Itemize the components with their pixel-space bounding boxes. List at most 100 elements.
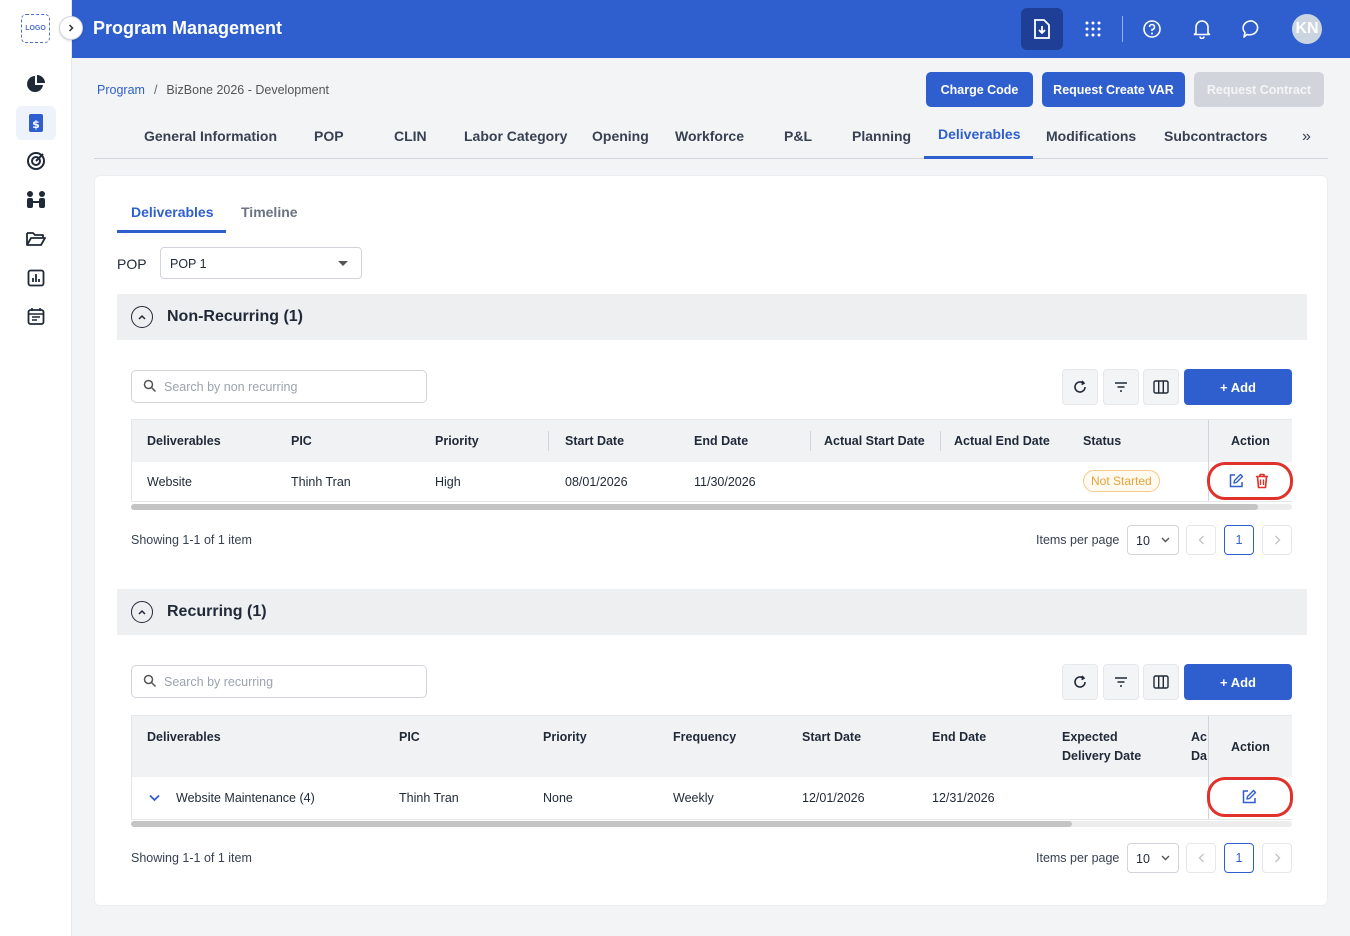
columns-icon xyxy=(1153,380,1169,394)
tab-planning[interactable]: Planning xyxy=(852,128,911,144)
page-number-button[interactable]: 1 xyxy=(1224,525,1254,555)
tab-workforce[interactable]: Workforce xyxy=(675,128,744,144)
scrollbar-thumb[interactable] xyxy=(131,504,1258,510)
sidebar-item-calendar[interactable] xyxy=(22,302,50,330)
tab-opening[interactable]: Opening xyxy=(592,128,649,144)
column-header: Status xyxy=(1083,434,1122,448)
items-per-page-select[interactable]: 10 xyxy=(1127,843,1179,873)
notifications-button[interactable] xyxy=(1181,8,1223,50)
columns-button[interactable] xyxy=(1143,369,1179,405)
sidebar-toggle-button[interactable] xyxy=(59,16,83,40)
main-tabs: General Information POP CLIN Labor Categ… xyxy=(94,116,1328,159)
cell-priority: High xyxy=(435,475,461,489)
charge-code-button[interactable]: Charge Code xyxy=(926,72,1033,107)
edit-button[interactable] xyxy=(1241,789,1257,805)
subtab-deliverables[interactable]: Deliverables xyxy=(131,204,214,220)
recurring-table: Deliverables PIC Priority Frequency Star… xyxy=(131,715,1292,820)
cell-pic: Thinh Tran xyxy=(291,475,351,489)
column-header: Frequency xyxy=(673,730,737,744)
pagination-summary: Showing 1-1 of 1 item xyxy=(131,533,252,547)
chevron-left-icon xyxy=(1198,535,1204,545)
table-header: Deliverables PIC Priority Frequency Star… xyxy=(132,716,1292,777)
tab-pop[interactable]: POP xyxy=(314,128,344,144)
add-non-recurring-button[interactable]: + Add xyxy=(1184,369,1292,405)
edit-button[interactable] xyxy=(1228,473,1244,489)
sidebar-item-dashboard[interactable] xyxy=(22,70,50,98)
sidebar-item-reports[interactable] xyxy=(22,264,50,292)
tab-labor-category[interactable]: Labor Category xyxy=(464,128,567,144)
recurring-search-input[interactable]: Search by recurring xyxy=(131,665,427,698)
active-tab-underline xyxy=(924,156,1033,159)
people-icon xyxy=(27,191,45,208)
help-button[interactable] xyxy=(1131,8,1173,50)
edit-icon xyxy=(1229,473,1244,488)
collapse-toggle-button[interactable] xyxy=(131,601,153,623)
tab-modifications[interactable]: Modifications xyxy=(1046,128,1136,144)
refresh-button[interactable] xyxy=(1062,369,1098,405)
request-contract-button[interactable]: Request Contract xyxy=(1194,72,1324,107)
tab-subcontractors[interactable]: Subcontractors xyxy=(1164,128,1267,144)
dollar-document-icon: $ xyxy=(29,114,43,132)
top-header: Program Management KN xyxy=(72,0,1350,58)
chevron-left-icon xyxy=(1198,853,1204,863)
edit-icon xyxy=(1242,789,1257,804)
horizontal-scrollbar[interactable] xyxy=(131,504,1292,510)
sidebar-item-targets[interactable] xyxy=(22,147,50,175)
column-header: End Date xyxy=(932,730,987,744)
filter-button[interactable] xyxy=(1103,664,1139,700)
tab-clin[interactable]: CLIN xyxy=(394,128,427,144)
sidebar-item-people[interactable] xyxy=(22,186,50,214)
refresh-icon xyxy=(1074,380,1086,393)
refresh-button[interactable] xyxy=(1062,664,1098,700)
non-recurring-title: Non-Recurring (1) xyxy=(167,308,303,325)
horizontal-scrollbar[interactable] xyxy=(131,821,1292,827)
sidebar-item-programs[interactable]: $ xyxy=(16,106,56,140)
column-header: Expected xyxy=(1062,730,1118,744)
search-icon xyxy=(143,379,157,393)
pop-select[interactable]: POP 1 xyxy=(160,247,362,279)
columns-button[interactable] xyxy=(1143,664,1179,700)
collapse-toggle-button[interactable] xyxy=(131,306,153,328)
tab-pl[interactable]: P&L xyxy=(784,128,812,144)
cell-end-date: 11/30/2026 xyxy=(694,475,756,489)
breadcrumb-program-link[interactable]: Program xyxy=(97,83,145,97)
status-badge: Not Started xyxy=(1083,470,1160,492)
next-page-button[interactable] xyxy=(1262,843,1292,873)
page-number-button[interactable]: 1 xyxy=(1224,843,1254,873)
expand-row-icon[interactable] xyxy=(149,794,160,802)
download-button[interactable] xyxy=(1021,8,1063,50)
non-recurring-search-input[interactable]: Search by non recurring xyxy=(131,370,427,403)
items-per-page-select[interactable]: 10 xyxy=(1127,525,1179,555)
action-header: Action xyxy=(1231,434,1270,448)
column-header: Priority xyxy=(435,434,479,448)
prev-page-button[interactable] xyxy=(1186,843,1216,873)
add-recurring-button[interactable]: + Add xyxy=(1184,664,1292,700)
prev-page-button[interactable] xyxy=(1186,525,1216,555)
chat-button[interactable] xyxy=(1231,8,1273,50)
chevron-right-icon xyxy=(1274,853,1280,863)
user-avatar[interactable]: KN xyxy=(1292,14,1322,44)
delete-button[interactable] xyxy=(1255,473,1269,489)
subtab-timeline[interactable]: Timeline xyxy=(241,204,298,220)
search-placeholder: Search by recurring xyxy=(164,675,274,689)
tabs-more-button[interactable]: » xyxy=(1302,128,1311,146)
cell-priority: None xyxy=(543,791,573,805)
scrollbar-thumb[interactable] xyxy=(131,821,1072,827)
table-header: Deliverables PIC Priority Start Date End… xyxy=(132,420,1292,462)
tab-general-information[interactable]: General Information xyxy=(144,128,277,144)
cell-deliverable: Website Maintenance (4) xyxy=(176,791,315,805)
caret-down-icon xyxy=(338,261,348,266)
next-page-button[interactable] xyxy=(1262,525,1292,555)
apps-button[interactable] xyxy=(1072,8,1114,50)
filter-button[interactable] xyxy=(1103,369,1139,405)
request-create-var-button[interactable]: Request Create VAR xyxy=(1042,72,1185,107)
column-header: PIC xyxy=(291,434,312,448)
search-placeholder: Search by non recurring xyxy=(164,380,298,394)
sidebar-item-folders[interactable] xyxy=(22,225,50,253)
tab-deliverables[interactable]: Deliverables xyxy=(938,126,1021,142)
filter-lines-icon xyxy=(1115,677,1127,687)
column-header: Start Date xyxy=(802,730,862,744)
column-header: Deliverables xyxy=(147,434,221,448)
column-header: Priority xyxy=(543,730,587,744)
file-download-icon xyxy=(1034,19,1050,39)
